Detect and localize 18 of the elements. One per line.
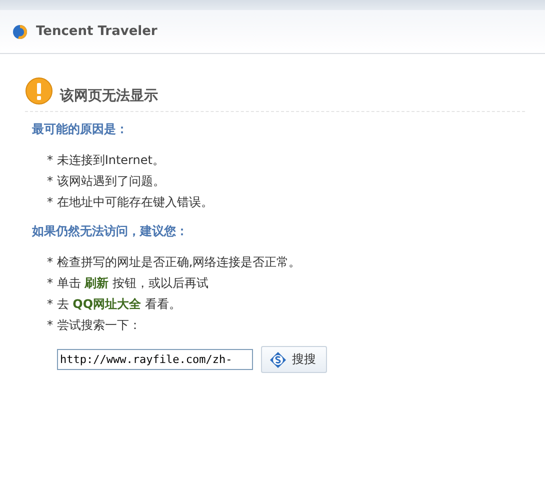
suggestion-text: * 去 QQ网址大全 看看。 [47,296,182,313]
link[interactable]: QQ网址大全 [72,297,142,311]
app-title: Tencent Traveler [36,24,158,39]
warning-icon [25,77,53,105]
suggestions-heading: 如果仍然无法访问，建议您： [32,223,189,240]
search-field[interactable]: http://www.rayfile.com/zh- [57,349,253,370]
suggestion-text: * 单击 刷新 按钮，或以后再试 [47,275,210,292]
globe-logo-icon [12,24,28,40]
error-title: 该网页无法显示 [60,87,158,105]
link[interactable]: 刷新 [84,276,109,290]
search-button[interactable]: 搜搜 [261,346,327,373]
reasons-heading: 最可能的原因是： [32,121,129,138]
suggestion-text: * 检查拼写的网址是否正确,网络连接是否正常。 [47,254,302,271]
suggestion-text: * 尝试搜索一下： [47,317,142,334]
search-logo-icon [270,352,286,368]
reason-text: * 该网站遇到了问题。 [47,173,166,190]
reason-text: * 在地址中可能存在键入错误。 [47,194,214,211]
reason-text: * 未连接到Internet。 [47,152,166,169]
